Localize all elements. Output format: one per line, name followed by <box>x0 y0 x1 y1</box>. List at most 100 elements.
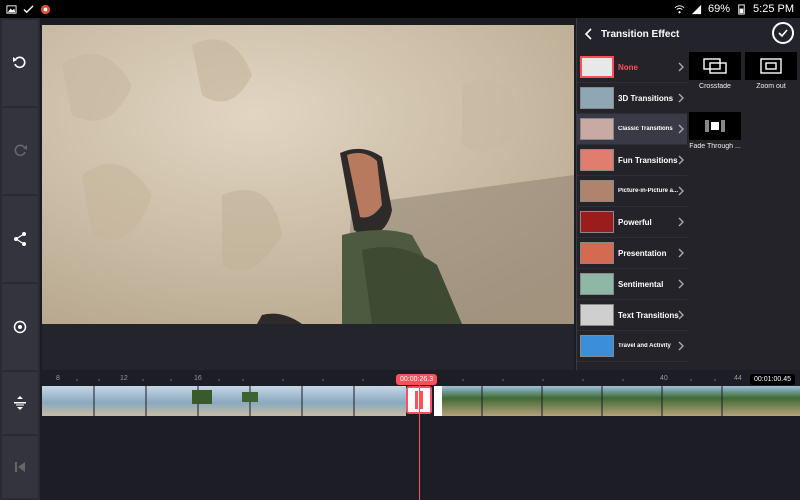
ruler-dot <box>582 379 584 381</box>
category-label: Travel and Activity <box>618 343 671 349</box>
zoom-out-icon <box>760 58 782 74</box>
ruler-tick: 16 <box>194 375 202 382</box>
chevron-right-icon <box>678 217 684 227</box>
effect-zoom-out[interactable]: Zoom out <box>745 52 797 90</box>
ruler-dot <box>242 379 244 381</box>
category-item[interactable]: Text Transitions <box>577 300 687 331</box>
timeline-expand-button[interactable] <box>2 372 38 434</box>
back-arrow-icon[interactable] <box>583 28 595 40</box>
playhead[interactable] <box>419 382 420 500</box>
category-label: None <box>618 62 638 72</box>
panel-header: Transition Effect <box>577 18 800 50</box>
undo-button[interactable] <box>2 20 38 106</box>
category-item[interactable]: Sentimental <box>577 269 687 300</box>
ruler-tick: 12 <box>120 375 128 382</box>
redo-button[interactable] <box>2 108 38 194</box>
undo-icon <box>13 56 26 69</box>
settings-icon <box>13 320 27 334</box>
transition-panel: Transition Effect None 3D Transitions Clas… <box>576 18 800 370</box>
gallery-icon <box>6 4 17 14</box>
crossfade-thumbnail <box>689 52 741 80</box>
timeline-toolbar <box>0 370 40 500</box>
clock: 5:25 PM <box>753 3 794 15</box>
ruler-tick: 8 <box>56 375 60 382</box>
crossfade-icon <box>703 58 727 74</box>
category-label: Sentimental <box>618 279 664 289</box>
category-item[interactable]: Travel and Activity <box>577 331 687 362</box>
effect-label: Zoom out <box>756 83 786 90</box>
redo-icon <box>14 144 27 157</box>
effect-crossfade[interactable]: Crossfade <box>689 52 741 90</box>
category-label: Classic Transitions <box>618 126 673 132</box>
expand-vertical-icon <box>14 396 26 410</box>
ruler-dot <box>542 379 544 381</box>
category-thumbnail <box>580 56 614 78</box>
signal-icon <box>691 4 702 14</box>
app-notification-icon <box>40 4 51 14</box>
confirm-button[interactable] <box>772 22 794 44</box>
chevron-right-icon <box>678 341 684 351</box>
ruler-dot <box>142 379 144 381</box>
check-icon <box>778 29 788 38</box>
category-thumbnail <box>580 273 614 295</box>
ruler-dot <box>362 379 364 381</box>
category-item[interactable]: Classic Transitions <box>577 114 687 145</box>
category-thumbnail <box>580 87 614 109</box>
category-item[interactable]: Powerful <box>577 207 687 238</box>
battery-icon <box>738 3 745 15</box>
category-item[interactable]: 3D Transitions <box>577 83 687 114</box>
category-item[interactable]: None <box>577 52 687 83</box>
category-thumbnail <box>580 242 614 264</box>
chevron-right-icon <box>678 310 684 320</box>
category-label: Powerful <box>618 217 652 227</box>
transition-bar <box>415 391 418 409</box>
share-button[interactable] <box>2 196 38 282</box>
left-toolbar <box>0 18 40 370</box>
battery-percent: 69% <box>708 3 731 15</box>
fade-through-icon <box>705 120 725 132</box>
category-list: None 3D Transitions Classic Transitions Fun… <box>577 52 687 370</box>
panel-title: Transition Effect <box>601 28 680 40</box>
preview-frame-image <box>42 25 574 324</box>
effect-label: Crossfade <box>699 83 731 90</box>
transition-bar <box>420 391 423 409</box>
timeline-ruler: 8 12 16 40 44 00:00:26.3 00:01:00.45 <box>42 372 800 386</box>
category-thumbnail <box>580 211 614 233</box>
category-label: Text Transitions <box>618 310 679 320</box>
ruler-dot <box>282 379 284 381</box>
settings-button[interactable] <box>2 284 38 370</box>
chevron-right-icon <box>678 279 684 289</box>
ruler-dot <box>218 379 220 381</box>
effect-label: Fade Through ... <box>689 143 741 150</box>
current-time-badge: 00:00:26.3 <box>396 374 438 385</box>
category-label: Fun Transitions <box>618 155 678 165</box>
category-thumbnail <box>580 304 614 326</box>
fade-through-thumbnail <box>689 112 741 140</box>
category-label: Picture-in-Picture a... <box>618 188 679 194</box>
ruler-dot <box>322 379 324 381</box>
status-bar: 69% 5:25 PM <box>0 0 800 18</box>
chevron-right-icon <box>678 93 684 103</box>
video-preview[interactable] <box>42 25 574 324</box>
category-item[interactable]: Picture-in-Picture a... <box>577 176 687 207</box>
category-thumbnail <box>580 335 614 357</box>
ruler-dot <box>502 379 504 381</box>
effect-fade-through[interactable]: Fade Through ... <box>689 112 741 150</box>
category-item[interactable]: Fun Transitions <box>577 145 687 176</box>
category-thumbnail <box>580 180 614 202</box>
ruler-dot <box>714 379 716 381</box>
category-label: Presentation <box>618 248 667 258</box>
preview-footer <box>42 324 574 370</box>
ruler-dot <box>462 379 464 381</box>
category-item[interactable]: Presentation <box>577 238 687 269</box>
timeline: 8 12 16 40 44 00:00:26.3 00:01:00.45 <box>0 370 800 500</box>
category-thumbnail <box>580 149 614 171</box>
check-icon <box>23 4 34 13</box>
ruler-dot <box>690 379 692 381</box>
chevron-right-icon <box>678 155 684 165</box>
skip-to-start-button[interactable] <box>2 436 38 498</box>
ruler-tick: 40 <box>660 375 668 382</box>
skip-back-icon <box>15 462 25 472</box>
total-duration-badge: 00:01:00.45 <box>750 374 795 385</box>
category-label: 3D Transitions <box>618 93 674 103</box>
